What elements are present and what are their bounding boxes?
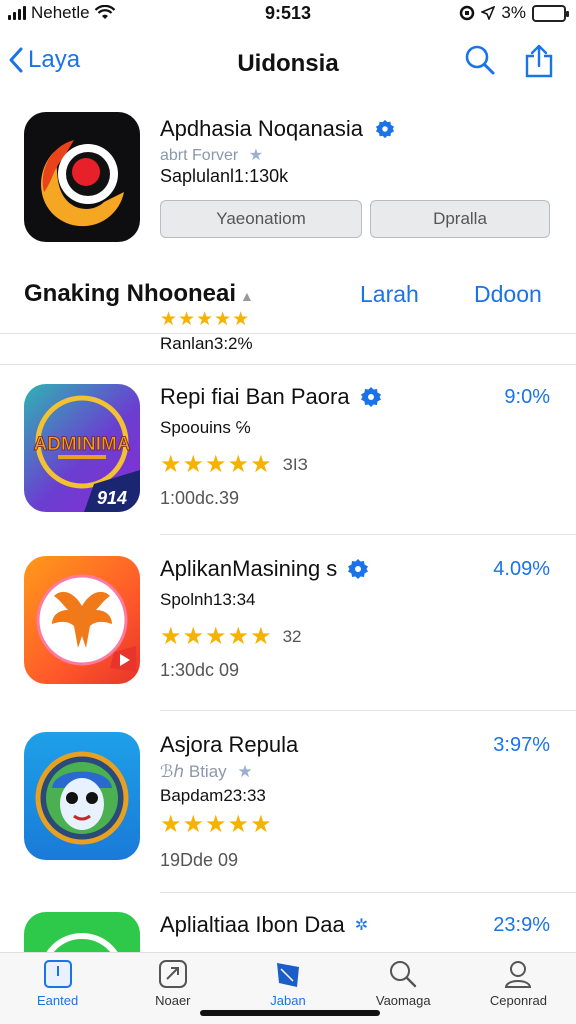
status-right: 3%	[459, 3, 569, 23]
tab-label: Eanted	[37, 993, 79, 1008]
lock-rotation-icon	[460, 5, 475, 21]
app-meta: 19Dde 09	[160, 850, 239, 870]
section-title: Gnaking Nhooneai ▲	[24, 280, 254, 308]
primary-action-button[interactable]: Yaeonatiom	[160, 200, 362, 238]
divider	[160, 710, 576, 711]
star-icon: ★	[248, 147, 264, 164]
app-icon: ADMINIMA 914	[24, 384, 140, 512]
featured-app-size: Saplulanl1:130k	[160, 166, 289, 186]
app-icon	[24, 732, 140, 860]
rating-count: 32	[282, 626, 302, 646]
location-icon	[481, 6, 496, 20]
app-name-text: Asjora Repula	[160, 732, 299, 757]
app-category: Bapdam23:33	[160, 786, 266, 805]
account-icon	[505, 961, 532, 988]
apps-icon	[277, 963, 299, 987]
verified-badge-icon	[376, 119, 395, 139]
tab-label: Vaomaga	[375, 993, 431, 1008]
featured-app-icon[interactable]	[24, 112, 140, 242]
search-icon	[390, 961, 417, 988]
share-icon[interactable]	[524, 44, 554, 78]
list-item[interactable]: ADMINIMA 914 Repi fiai Ban Paora 9:0% Sp…	[0, 370, 576, 540]
divider	[0, 333, 576, 334]
status-bar: Nehetle 9:513 3%	[0, 0, 576, 28]
featured-rating-stars: ★★★★★	[160, 309, 251, 330]
app-category: Spolnh13:34	[160, 590, 256, 609]
app-meta: 1:30dc 09	[160, 660, 240, 680]
featured-app-name[interactable]: Apdhasia Noqanasia	[160, 116, 395, 142]
tab-label: Jaban	[270, 993, 306, 1008]
rating-count: ЗІЗ	[282, 454, 308, 474]
rating-stars: ★★★★★	[160, 811, 273, 838]
app-percent: 9:0%	[504, 386, 550, 408]
app-rating: ★★★★★ ЗІЗ	[160, 450, 308, 479]
navigation-bar: Laya Uidonsia	[0, 38, 576, 90]
section-title-text: Gnaking Nhooneai	[24, 280, 237, 307]
app-name: Aplialtiaa Ibon Daa ✲	[160, 912, 368, 938]
app-icon	[24, 912, 140, 952]
app-rating: ★★★★★ 32	[160, 622, 302, 651]
app-percent: 4.09%	[493, 558, 550, 580]
app-meta: 1:00dc.39	[160, 488, 240, 508]
section-link-2[interactable]: Ddoon	[474, 281, 542, 308]
tab-label: Ceponrad	[489, 993, 547, 1008]
list-item[interactable]: AplikanMasining s 4.09% Spolnh13:34 ★★★★…	[0, 542, 576, 712]
section-link-1[interactable]: Larah	[360, 281, 419, 308]
sort-icon: ▲	[240, 288, 254, 304]
today-icon	[43, 960, 72, 988]
app-icon	[24, 556, 140, 684]
search-icon[interactable]	[464, 44, 496, 76]
verified-badge-icon	[360, 387, 381, 407]
rating-stars: ★★★★★	[160, 623, 273, 650]
games-icon	[158, 960, 187, 988]
app-percent: 3:97%	[493, 734, 550, 756]
app-percent: 23:9%	[493, 914, 550, 936]
featured-app-subtitle-text: abrt Forver	[160, 147, 239, 164]
app-subtitle-text: ℬℎ Btiay	[160, 762, 227, 781]
divider	[160, 534, 576, 535]
featured-app-subtitle: abrt Forver ★	[160, 145, 263, 165]
featured-rating: ★★★★★	[160, 308, 250, 331]
app-name: Asjora Repula	[160, 732, 298, 758]
app-name: AplikanMasining s	[160, 556, 369, 582]
home-indicator	[200, 1010, 380, 1016]
featured-rank: Ranlan3:2%	[160, 334, 253, 353]
app-name: Repi fiai Ban Paora	[160, 384, 382, 410]
tab-label: Noaer	[155, 993, 191, 1008]
app-name-text: Repi fiai Ban Paora	[160, 384, 350, 409]
tab-account[interactable]: Ceponrad	[461, 953, 576, 1024]
divider	[0, 364, 576, 365]
secondary-action-button[interactable]: Dpralla	[370, 200, 550, 238]
list-item[interactable]: Aplialtiaa Ibon Daa ✲ 23:9%	[0, 898, 576, 952]
verified-badge-icon: ✲	[354, 917, 369, 934]
list-item[interactable]: Asjora Repula 3:97% ℬℎ Btiay ★ Bapdam23:…	[0, 718, 576, 888]
app-name-text: AplikanMasining s	[160, 556, 338, 581]
battery-percent: 3%	[501, 3, 526, 22]
featured-app-title: Apdhasia Noqanasia	[160, 116, 364, 141]
app-name-text: Aplialtiaa Ibon Daa	[160, 912, 345, 937]
app-icon-text: ADMINIMA	[33, 434, 130, 455]
app-rating: ★★★★★	[160, 810, 273, 839]
app-icon-badge: 914	[97, 488, 127, 508]
rating-stars: ★★★★★	[160, 451, 273, 478]
divider	[160, 892, 576, 893]
battery-icon	[532, 4, 569, 22]
star-icon: ★	[237, 762, 253, 781]
tab-today[interactable]: Eanted	[0, 953, 115, 1024]
app-subtitle: ℬℎ Btiay ★	[160, 762, 253, 782]
verified-badge-icon	[348, 559, 369, 579]
app-category: Spoouins ℅	[160, 418, 251, 437]
